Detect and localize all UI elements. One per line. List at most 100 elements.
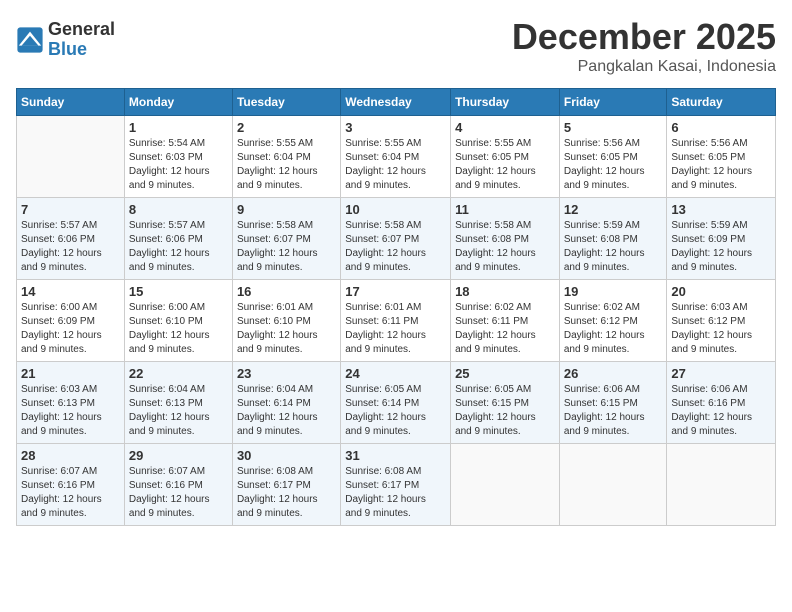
day-info: Sunrise: 5:55 AM Sunset: 6:04 PM Dayligh…: [237, 137, 336, 193]
calendar-cell: 1 Sunrise: 5:54 AM Sunset: 6:03 PM Daylig…: [124, 116, 232, 198]
calendar-week-row: 28 Sunrise: 6:07 AM Sunset: 6:16 PM Dayli…: [17, 444, 776, 526]
day-info: Sunrise: 6:05 AM Sunset: 6:15 PM Dayligh…: [455, 383, 555, 439]
calendar-cell: [667, 444, 776, 526]
day-number: 9: [237, 202, 336, 217]
calendar-cell: 29 Sunrise: 6:07 AM Sunset: 6:16 PM Dayli…: [124, 444, 232, 526]
calendar-cell: 24 Sunrise: 6:05 AM Sunset: 6:14 PM Dayli…: [341, 362, 451, 444]
day-info: Sunrise: 5:56 AM Sunset: 6:05 PM Dayligh…: [564, 137, 663, 193]
day-number: 25: [455, 366, 555, 381]
calendar-cell: 6 Sunrise: 5:56 AM Sunset: 6:05 PM Daylig…: [667, 116, 776, 198]
weekday-header-thursday: Thursday: [451, 89, 560, 116]
day-number: 15: [129, 284, 228, 299]
weekday-header-saturday: Saturday: [667, 89, 776, 116]
day-number: 1: [129, 120, 228, 135]
calendar-cell: 30Sunrise: 6:08 AM Sunset: 6:17 PM Dayli…: [232, 444, 340, 526]
calendar-week-row: 21 Sunrise: 6:03 AM Sunset: 6:13 PM Dayli…: [17, 362, 776, 444]
day-number: 21: [21, 366, 120, 381]
day-number: 17: [345, 284, 446, 299]
day-info: Sunrise: 6:05 AM Sunset: 6:14 PM Dayligh…: [345, 383, 446, 439]
day-number: 5: [564, 120, 663, 135]
day-info: Sunrise: 6:02 AM Sunset: 6:11 PM Dayligh…: [455, 301, 555, 357]
day-number: 30: [237, 448, 336, 463]
calendar-cell: 26Sunrise: 6:06 AM Sunset: 6:15 PM Dayli…: [559, 362, 667, 444]
calendar-cell: 21 Sunrise: 6:03 AM Sunset: 6:13 PM Dayli…: [17, 362, 125, 444]
day-number: 10: [345, 202, 446, 217]
calendar-cell: 28 Sunrise: 6:07 AM Sunset: 6:16 PM Dayli…: [17, 444, 125, 526]
day-info: Sunrise: 6:00 AM Sunset: 6:09 PM Dayligh…: [21, 301, 120, 357]
calendar-cell: 25 Sunrise: 6:05 AM Sunset: 6:15 PM Dayli…: [451, 362, 560, 444]
calendar-cell: 22 Sunrise: 6:04 AM Sunset: 6:13 PM Dayli…: [124, 362, 232, 444]
day-number: 31: [345, 448, 446, 463]
calendar-cell: 20 Sunrise: 6:03 AM Sunset: 6:12 PM Dayli…: [667, 280, 776, 362]
weekday-header-wednesday: Wednesday: [341, 89, 451, 116]
calendar-cell: 27 Sunrise: 6:06 AM Sunset: 6:16 PM Dayli…: [667, 362, 776, 444]
calendar-cell: 7 Sunrise: 5:57 AM Sunset: 6:06 PM Daylig…: [17, 198, 125, 280]
calendar-cell: 23 Sunrise: 6:04 AM Sunset: 6:14 PM Dayli…: [232, 362, 340, 444]
day-info: Sunrise: 5:58 AM Sunset: 6:07 PM Dayligh…: [237, 219, 336, 275]
day-number: 24: [345, 366, 446, 381]
calendar-cell: 9 Sunrise: 5:58 AM Sunset: 6:07 PM Daylig…: [232, 198, 340, 280]
day-info: Sunrise: 6:07 AM Sunset: 6:16 PM Dayligh…: [129, 465, 228, 521]
calendar-cell: 5 Sunrise: 5:56 AM Sunset: 6:05 PM Daylig…: [559, 116, 667, 198]
calendar-cell: 12 Sunrise: 5:59 AM Sunset: 6:08 PM Dayli…: [559, 198, 667, 280]
day-number: 12: [564, 202, 663, 217]
day-number: 6: [671, 120, 771, 135]
day-info: Sunrise: 6:06 AM Sunset: 6:16 PM Dayligh…: [671, 383, 771, 439]
calendar-cell: 4 Sunrise: 5:55 AM Sunset: 6:05 PM Daylig…: [451, 116, 560, 198]
calendar-cell: 16Sunrise: 6:01 AM Sunset: 6:10 PM Dayli…: [232, 280, 340, 362]
day-info: Sunrise: 6:03 AM Sunset: 6:12 PM Dayligh…: [671, 301, 771, 357]
day-number: 8: [129, 202, 228, 217]
calendar-body: 1 Sunrise: 5:54 AM Sunset: 6:03 PM Daylig…: [17, 116, 776, 526]
day-info: Sunrise: 5:58 AM Sunset: 6:07 PM Dayligh…: [345, 219, 446, 275]
day-number: 20: [671, 284, 771, 299]
calendar-cell: [17, 116, 125, 198]
weekday-header-friday: Friday: [559, 89, 667, 116]
day-number: 11: [455, 202, 555, 217]
day-number: 22: [129, 366, 228, 381]
day-number: 26: [564, 366, 663, 381]
day-info: Sunrise: 5:59 AM Sunset: 6:09 PM Dayligh…: [671, 219, 771, 275]
day-number: 23: [237, 366, 336, 381]
day-info: Sunrise: 6:00 AM Sunset: 6:10 PM Dayligh…: [129, 301, 228, 357]
calendar-cell: 19Sunrise: 6:02 AM Sunset: 6:12 PM Dayli…: [559, 280, 667, 362]
day-info: Sunrise: 5:55 AM Sunset: 6:05 PM Dayligh…: [455, 137, 555, 193]
calendar-header: SundayMondayTuesdayWednesdayThursdayFrid…: [17, 89, 776, 116]
calendar-cell: 10 Sunrise: 5:58 AM Sunset: 6:07 PM Dayli…: [341, 198, 451, 280]
calendar-week-row: 7 Sunrise: 5:57 AM Sunset: 6:06 PM Daylig…: [17, 198, 776, 280]
logo-icon: [16, 26, 44, 54]
day-number: 18: [455, 284, 555, 299]
day-info: Sunrise: 5:57 AM Sunset: 6:06 PM Dayligh…: [21, 219, 120, 275]
calendar-table: SundayMondayTuesdayWednesdayThursdayFrid…: [16, 88, 776, 526]
day-number: 19: [564, 284, 663, 299]
calendar-week-row: 14 Sunrise: 6:00 AM Sunset: 6:09 PM Dayli…: [17, 280, 776, 362]
calendar-cell: 15 Sunrise: 6:00 AM Sunset: 6:10 PM Dayli…: [124, 280, 232, 362]
weekday-header-sunday: Sunday: [17, 89, 125, 116]
day-number: 14: [21, 284, 120, 299]
day-info: Sunrise: 6:07 AM Sunset: 6:16 PM Dayligh…: [21, 465, 120, 521]
calendar-cell: 18 Sunrise: 6:02 AM Sunset: 6:11 PM Dayli…: [451, 280, 560, 362]
calendar-cell: 31Sunrise: 6:08 AM Sunset: 6:17 PM Dayli…: [341, 444, 451, 526]
calendar-cell: 8 Sunrise: 5:57 AM Sunset: 6:06 PM Daylig…: [124, 198, 232, 280]
calendar-cell: 17Sunrise: 6:01 AM Sunset: 6:11 PM Dayli…: [341, 280, 451, 362]
day-number: 16: [237, 284, 336, 299]
title-area: December 2025 Pangkalan Kasai, Indonesia: [512, 16, 776, 76]
day-number: 3: [345, 120, 446, 135]
calendar-cell: 2Sunrise: 5:55 AM Sunset: 6:04 PM Daylig…: [232, 116, 340, 198]
day-number: 29: [129, 448, 228, 463]
logo: General Blue: [16, 20, 115, 60]
day-number: 27: [671, 366, 771, 381]
day-number: 4: [455, 120, 555, 135]
weekday-header-monday: Monday: [124, 89, 232, 116]
weekday-header-tuesday: Tuesday: [232, 89, 340, 116]
day-number: 7: [21, 202, 120, 217]
day-info: Sunrise: 5:59 AM Sunset: 6:08 PM Dayligh…: [564, 219, 663, 275]
day-info: Sunrise: 5:54 AM Sunset: 6:03 PM Dayligh…: [129, 137, 228, 193]
day-info: Sunrise: 5:56 AM Sunset: 6:05 PM Dayligh…: [671, 137, 771, 193]
calendar-cell: 11Sunrise: 5:58 AM Sunset: 6:08 PM Dayli…: [451, 198, 560, 280]
day-number: 13: [671, 202, 771, 217]
day-info: Sunrise: 6:04 AM Sunset: 6:14 PM Dayligh…: [237, 383, 336, 439]
day-info: Sunrise: 6:04 AM Sunset: 6:13 PM Dayligh…: [129, 383, 228, 439]
day-number: 28: [21, 448, 120, 463]
day-info: Sunrise: 5:57 AM Sunset: 6:06 PM Dayligh…: [129, 219, 228, 275]
day-info: Sunrise: 6:03 AM Sunset: 6:13 PM Dayligh…: [21, 383, 120, 439]
